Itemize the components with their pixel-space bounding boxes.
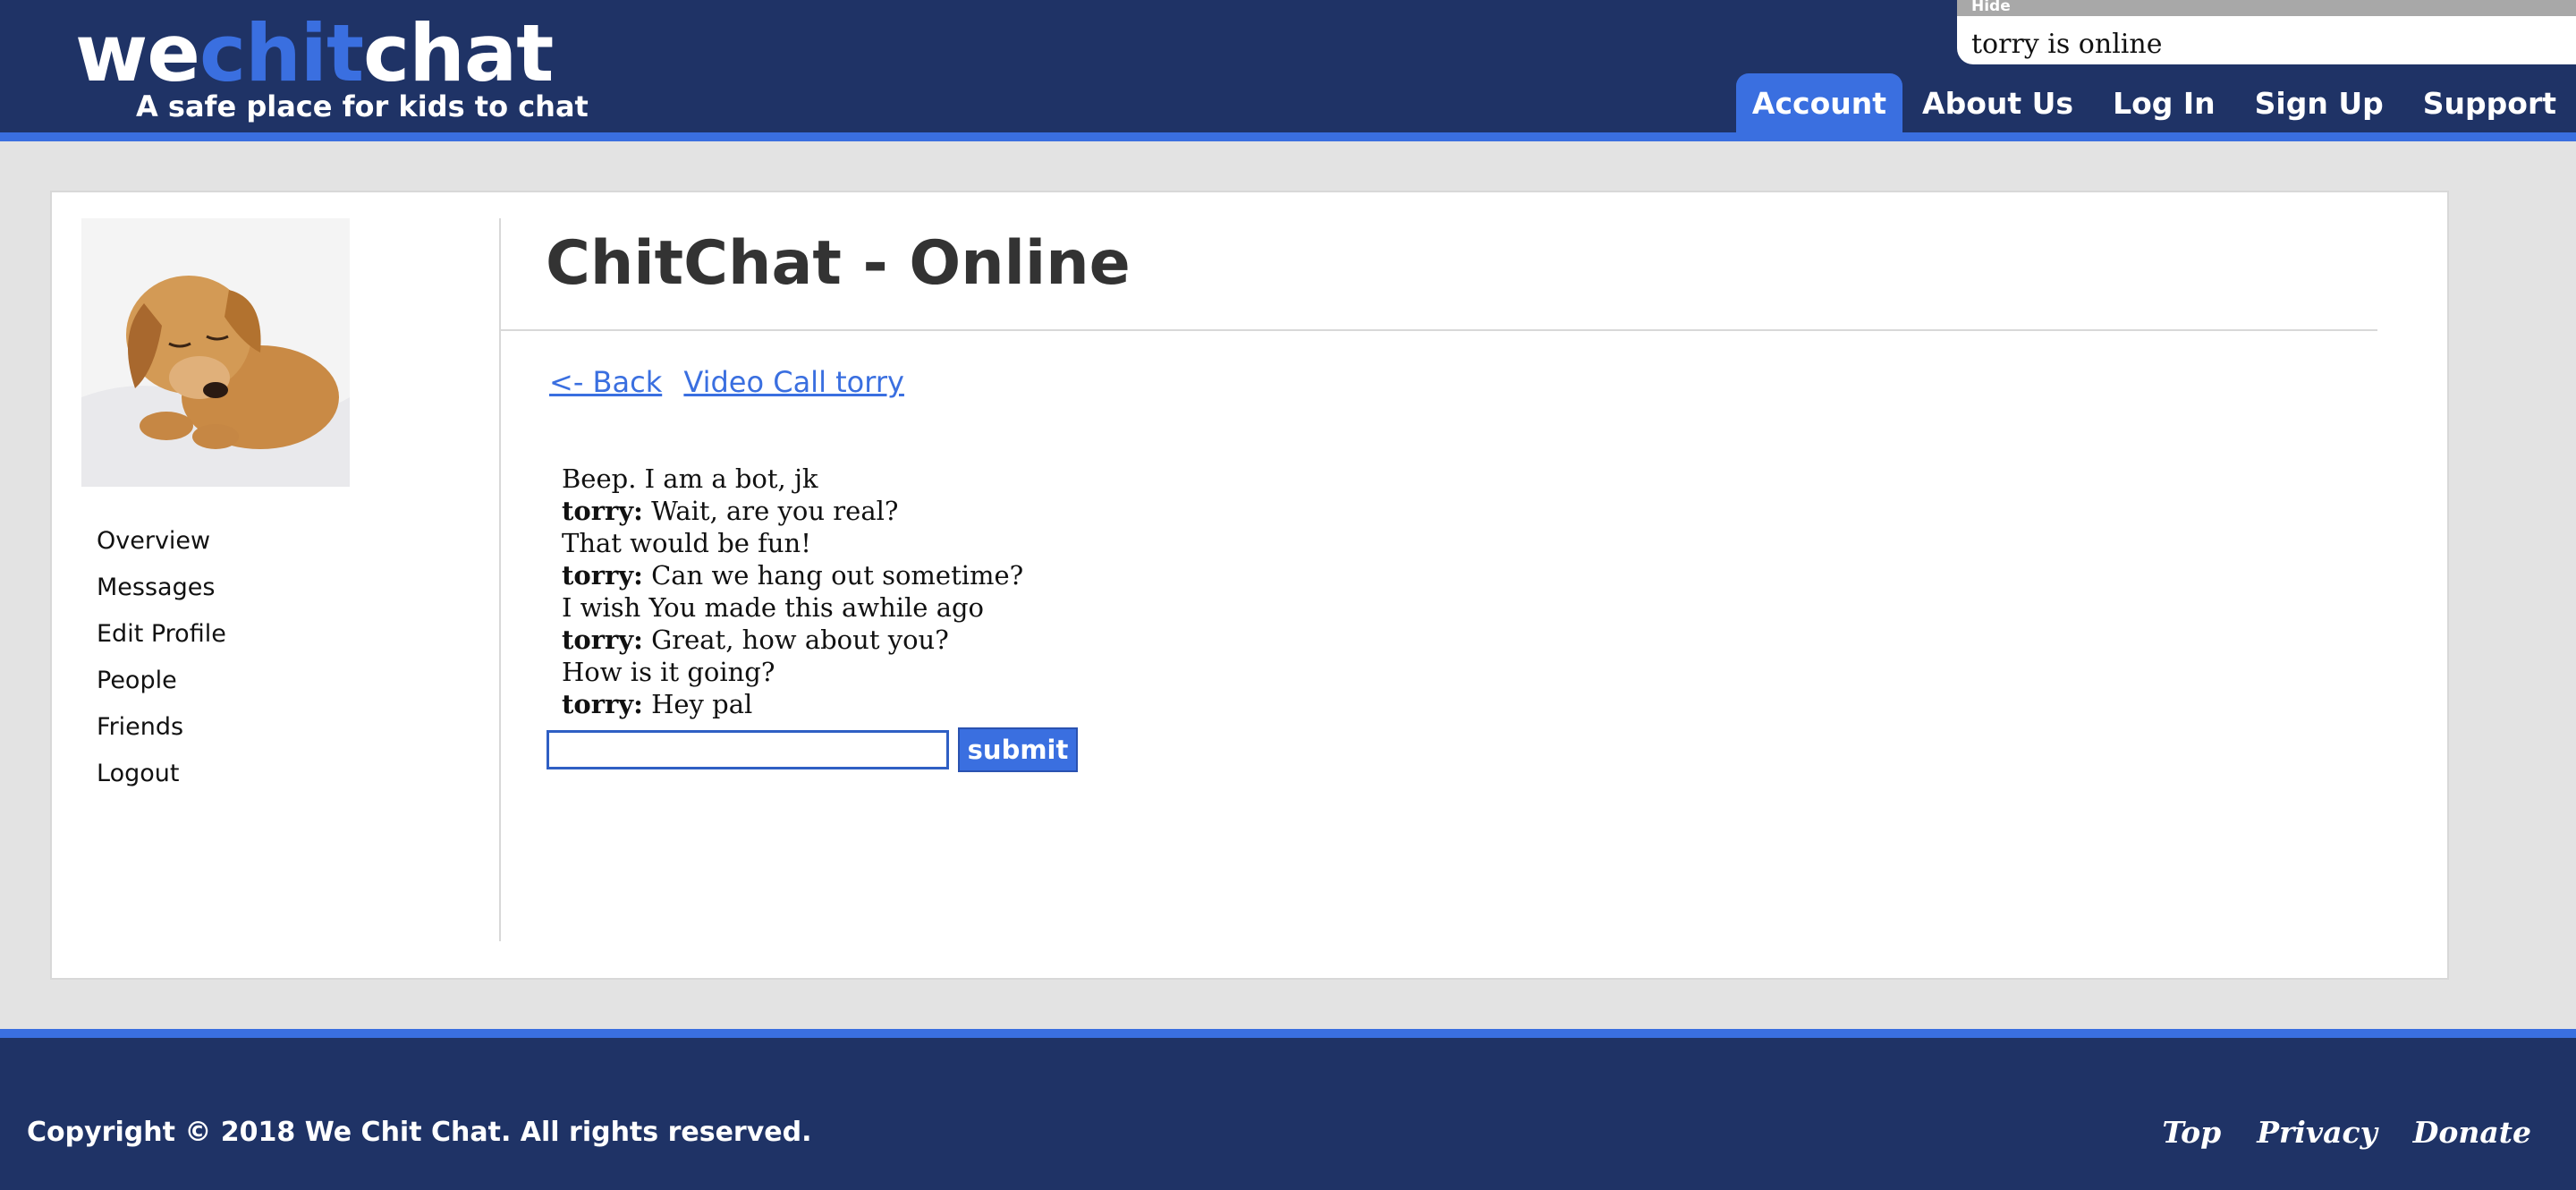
message-sender: torry:: [562, 625, 643, 655]
chat-message: That would be fun!: [562, 527, 1023, 559]
chat-message-input[interactable]: [547, 730, 949, 769]
top-nav: Account About Us Log In Sign Up Support: [1735, 73, 2576, 132]
copyright-text: Copyright © 2018 We Chit Chat. All right…: [27, 1117, 812, 1148]
site-header: wechitchat A safe place for kids to chat…: [0, 0, 2576, 132]
chat-message: torry: Hey pal: [562, 688, 1023, 720]
message-text: I wish You made this awhile ago: [562, 592, 985, 623]
site-logo[interactable]: wechitchat: [75, 14, 554, 93]
message-sender: torry:: [562, 560, 643, 591]
sidebar-item-friends[interactable]: Friends: [97, 711, 226, 758]
logo-part-chat: chat: [363, 7, 554, 99]
chat-message: torry: Great, how about you?: [562, 624, 1023, 656]
nav-account[interactable]: Account: [1735, 73, 1903, 132]
sidebar-divider: [499, 218, 501, 941]
chat-message-list: Beep. I am a bot, jk torry: Wait, are yo…: [562, 463, 1023, 720]
status-hide-button[interactable]: Hide: [1957, 0, 2576, 16]
logo-part-chit: chit: [199, 7, 364, 99]
sidebar-item-edit-profile[interactable]: Edit Profile: [97, 618, 226, 665]
sidebar-item-people[interactable]: People: [97, 665, 226, 711]
sidebar-item-messages[interactable]: Messages: [97, 572, 226, 618]
chat-message: torry: Wait, are you real?: [562, 495, 1023, 527]
sidebar-item-logout[interactable]: Logout: [97, 758, 226, 804]
message-text: How is it going?: [562, 657, 775, 687]
nav-support[interactable]: Support: [2403, 73, 2576, 132]
site-tagline: A safe place for kids to chat: [136, 89, 589, 123]
video-call-link[interactable]: Video Call torry: [683, 365, 904, 399]
content-card: Overview Messages Edit Profile People Fr…: [50, 191, 2449, 980]
message-text: That would be fun!: [562, 528, 811, 558]
chat-message: How is it going?: [562, 656, 1023, 688]
message-text: Great, how about you?: [642, 625, 949, 655]
back-link[interactable]: <- Back: [549, 365, 662, 399]
message-text: Can we hang out sometime?: [642, 560, 1024, 591]
avatar: [81, 218, 350, 487]
header-accent-stripe: [0, 132, 2576, 141]
chat-message: torry: Can we hang out sometime?: [562, 559, 1023, 591]
online-status-popup: Hide torry is online: [1957, 0, 2576, 64]
page-title: ChitChat - Online: [546, 228, 1131, 299]
online-status-text: torry is online: [1971, 29, 2163, 60]
message-text: Wait, are you real?: [642, 496, 899, 526]
nav-sign-up[interactable]: Sign Up: [2235, 73, 2403, 132]
site-footer: Copyright © 2018 We Chit Chat. All right…: [0, 1038, 2576, 1190]
footer-link-donate[interactable]: Donate: [2413, 1115, 2531, 1150]
footer-link-privacy[interactable]: Privacy: [2257, 1115, 2377, 1150]
footer-accent-stripe: [0, 1029, 2576, 1038]
logo-part-we: we: [75, 7, 200, 99]
footer-link-top[interactable]: Top: [2162, 1115, 2221, 1150]
sidebar-item-overview[interactable]: Overview: [97, 525, 226, 572]
nav-log-in[interactable]: Log In: [2093, 73, 2235, 132]
nav-about-us[interactable]: About Us: [1902, 73, 2093, 132]
sidebar-menu: Overview Messages Edit Profile People Fr…: [97, 525, 226, 804]
chat-message: Beep. I am a bot, jk: [562, 463, 1023, 495]
title-divider: [501, 329, 2377, 331]
footer-links: Top Privacy Donate: [2162, 1115, 2531, 1150]
puppy-avatar-image: [81, 218, 350, 487]
chat-actions: <- Back Video Call torry: [549, 365, 917, 399]
submit-button[interactable]: submit: [958, 727, 1078, 772]
message-sender: torry:: [562, 689, 643, 719]
message-sender: torry:: [562, 496, 643, 526]
chat-message: I wish You made this awhile ago: [562, 591, 1023, 624]
message-text: Beep. I am a bot, jk: [562, 463, 818, 494]
message-text: Hey pal: [642, 689, 753, 719]
